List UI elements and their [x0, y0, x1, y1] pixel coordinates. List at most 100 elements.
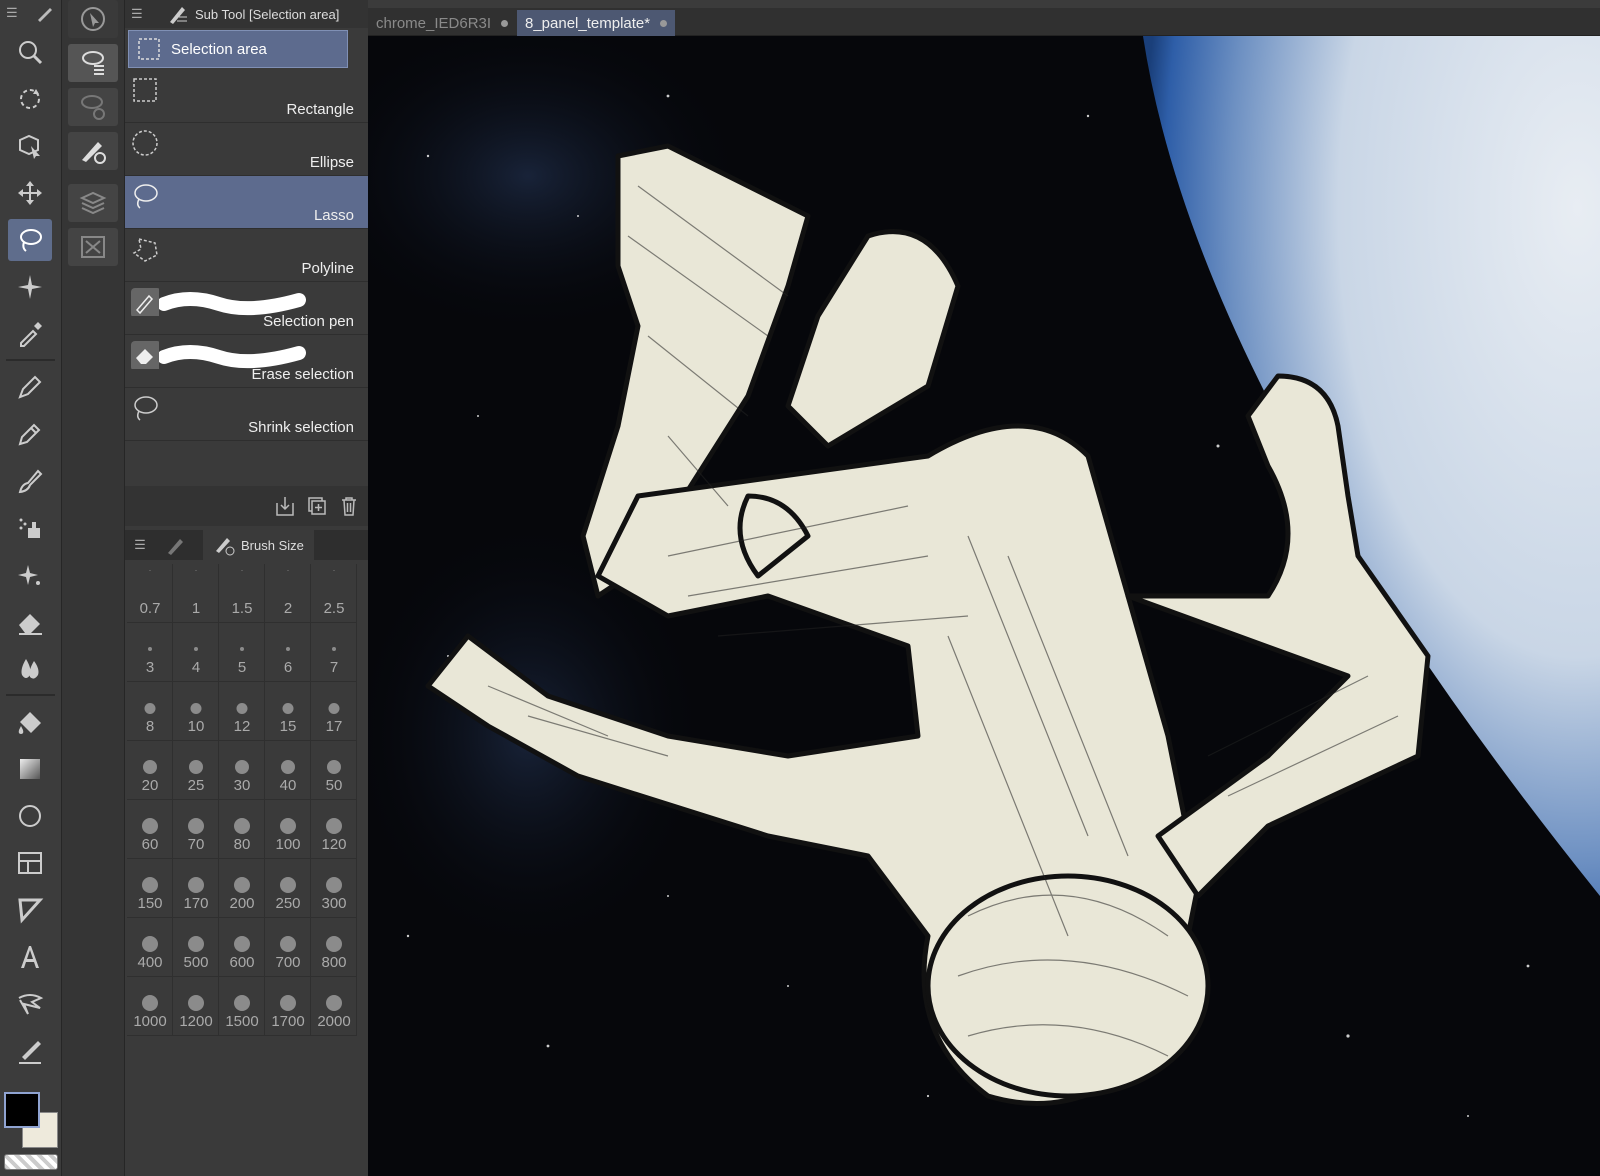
sub-tool-polyline[interactable]: Polyline [125, 229, 368, 282]
brush-size-option[interactable]: 1700 [265, 977, 311, 1036]
brush-size-option[interactable]: 300 [311, 859, 357, 918]
brush-size-value: 150 [137, 895, 163, 912]
brush-size-option[interactable]: 4 [173, 623, 219, 682]
brush-size-dot-icon [325, 877, 342, 893]
brush-size-option[interactable]: 170 [173, 859, 219, 918]
airbrush-tool[interactable] [8, 507, 52, 549]
sub-tool-selection-pen[interactable]: Selection pen [125, 282, 368, 335]
brush-size-option[interactable]: 6 [265, 623, 311, 682]
brush-size-option[interactable]: 7 [311, 623, 357, 682]
unsaved-dot-icon[interactable] [660, 19, 668, 27]
brush-size-option[interactable]: 17 [311, 682, 357, 741]
brush-size-option[interactable]: 1.5 [219, 564, 265, 623]
eraser-tool[interactable] [8, 601, 52, 643]
sub-tool-panel-header: ☰ Sub Tool [Selection area] [125, 0, 368, 28]
brush-size-dot-icon [141, 936, 158, 952]
gradient-tool[interactable] [8, 748, 52, 790]
sub-tool-group-label[interactable]: Selection area [128, 30, 348, 68]
brush-size-option[interactable]: 150 [127, 859, 173, 918]
tab-brush-size[interactable]: Brush Size [203, 530, 314, 560]
brush-icon [18, 469, 43, 494]
sub-group-frame-select[interactable] [68, 228, 118, 266]
frame-border-tool[interactable] [8, 842, 52, 884]
panel-menu-icon[interactable]: ☰ [131, 6, 151, 22]
brush-size-option[interactable]: 25 [173, 741, 219, 800]
brush-size-option[interactable]: 400 [127, 918, 173, 977]
brush-size-option[interactable]: 10 [173, 682, 219, 741]
brush-size-option[interactable]: 250 [265, 859, 311, 918]
drawing-canvas[interactable] [368, 36, 1600, 1176]
brush-size-option[interactable]: 200 [219, 859, 265, 918]
brush-size-option[interactable]: 500 [173, 918, 219, 977]
sub-group-selection-area[interactable] [68, 44, 118, 82]
brush-size-option[interactable]: 2 [265, 564, 311, 623]
brush-size-option[interactable]: 1000 [127, 977, 173, 1036]
blend-tool[interactable] [8, 648, 52, 690]
unsaved-dot-icon[interactable] [501, 19, 509, 27]
save-subtool-icon[interactable] [274, 495, 296, 517]
tab-tool-property[interactable] [155, 530, 203, 560]
brush-size-option[interactable]: 12 [219, 682, 265, 741]
brush-size-dot-icon [147, 647, 152, 651]
brush-size-option[interactable]: 1 [173, 564, 219, 623]
brush-size-option[interactable]: 50 [311, 741, 357, 800]
selection-pen-icon [131, 288, 159, 316]
brush-size-option[interactable]: 2.5 [311, 564, 357, 623]
brush-size-option[interactable]: 2000 [311, 977, 357, 1036]
sub-group-selection-pen[interactable] [68, 132, 118, 170]
brush-size-option[interactable]: 1200 [173, 977, 219, 1036]
sub-group-layer-select[interactable] [68, 184, 118, 222]
sub-group-selection-settings[interactable] [68, 88, 118, 126]
brush-size-option[interactable]: 120 [311, 800, 357, 859]
correct-line-tool[interactable] [8, 1030, 52, 1072]
pencil-tool[interactable] [8, 413, 52, 455]
balloon-tool[interactable] [8, 983, 52, 1025]
brush-size-option[interactable]: 0.7 [127, 564, 173, 623]
brush-tool[interactable] [8, 460, 52, 502]
delete-subtool-icon[interactable] [338, 495, 360, 517]
brush-size-option[interactable]: 20 [127, 741, 173, 800]
brush-size-option[interactable]: 600 [219, 918, 265, 977]
transparent-color-swatch[interactable] [4, 1154, 58, 1170]
brush-size-option[interactable]: 3 [127, 623, 173, 682]
move-tool[interactable] [8, 172, 52, 214]
brush-size-option[interactable]: 100 [265, 800, 311, 859]
menu-icon[interactable]: ☰ [6, 5, 18, 21]
brush-size-option[interactable]: 1500 [219, 977, 265, 1036]
decoration-tool[interactable] [8, 554, 52, 596]
brush-size-dot-icon [279, 818, 296, 834]
text-tool[interactable] [8, 936, 52, 978]
brush-size-option[interactable]: 700 [265, 918, 311, 977]
panel-menu-icon[interactable]: ☰ [125, 537, 155, 553]
sub-tool-lasso[interactable]: Lasso [125, 176, 368, 229]
auto-select-tool[interactable] [8, 266, 52, 308]
brush-size-option[interactable]: 8 [127, 682, 173, 741]
brush-size-option[interactable]: 60 [127, 800, 173, 859]
pen-tool[interactable] [8, 366, 52, 408]
main-color-swatch[interactable] [4, 1092, 40, 1128]
brush-size-option[interactable]: 5 [219, 623, 265, 682]
brush-size-option[interactable]: 80 [219, 800, 265, 859]
object-tool[interactable] [8, 125, 52, 167]
brush-size-option[interactable]: 800 [311, 918, 357, 977]
fill-tool[interactable] [8, 701, 52, 743]
brush-size-option[interactable]: 40 [265, 741, 311, 800]
selection-tool[interactable] [8, 219, 52, 261]
ruler-tool[interactable] [8, 889, 52, 931]
eyedropper-tool[interactable] [8, 313, 52, 355]
tab-document-1[interactable]: chrome_IED6R3I [368, 10, 516, 36]
duplicate-subtool-icon[interactable] [306, 495, 328, 517]
brush-size-option[interactable]: 70 [173, 800, 219, 859]
brush-size-dot-icon [233, 995, 250, 1011]
sub-tool-rectangle[interactable]: Rectangle [125, 70, 368, 123]
rotate-tool[interactable] [8, 78, 52, 120]
brush-size-option[interactable]: 15 [265, 682, 311, 741]
figure-tool[interactable] [8, 795, 52, 837]
sub-tool-shrink-selection[interactable]: Shrink selection [125, 388, 368, 441]
sub-tool-erase-selection[interactable]: Erase selection [125, 335, 368, 388]
sub-group-operation[interactable] [68, 0, 118, 38]
zoom-tool[interactable] [8, 31, 52, 73]
brush-size-option[interactable]: 30 [219, 741, 265, 800]
tab-document-2[interactable]: 8_panel_template* [517, 10, 676, 36]
sub-tool-ellipse[interactable]: Ellipse [125, 123, 368, 176]
